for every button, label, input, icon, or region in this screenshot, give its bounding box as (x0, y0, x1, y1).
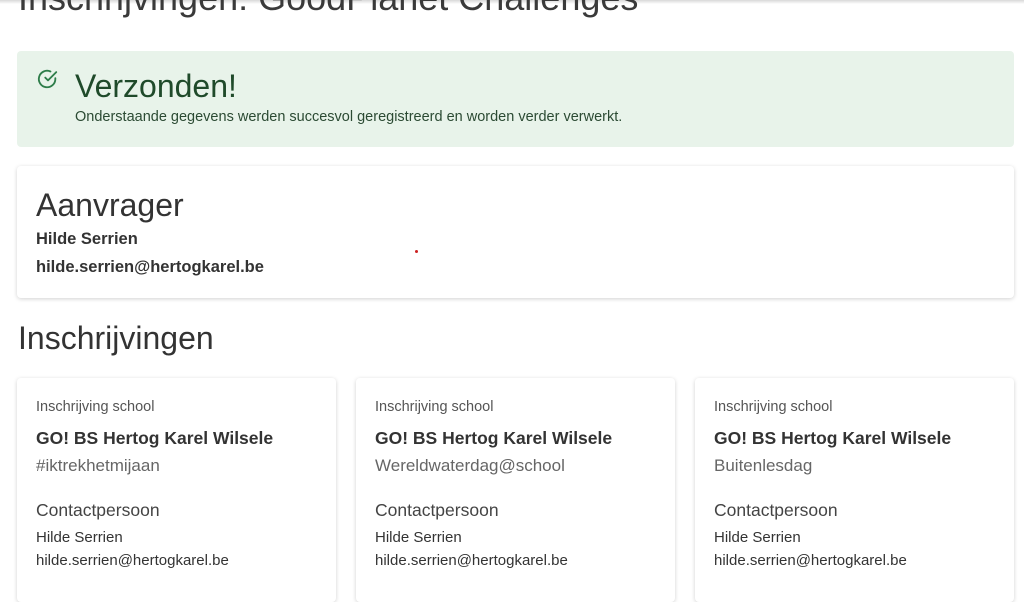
school-name: GO! BS Hertog Karel Wilsele (375, 428, 613, 448)
success-alert: Verzonden! Onderstaande gegevens werden … (17, 51, 1014, 147)
inschrijving-card: Inschrijving school GO! BS Hertog Karel … (695, 378, 1014, 602)
contact-email: hilde.serrien@hertogkarel.be (714, 552, 907, 569)
success-message: Onderstaande gegevens werden succesvol g… (75, 109, 623, 125)
school-name: GO! BS Hertog Karel Wilsele (36, 428, 274, 448)
success-title: Verzonden! (75, 68, 237, 104)
page-title: Inschrijvingen: GoodPlanet Challenges (18, 0, 638, 18)
aanvrager-email: hilde.serrien@hertogkarel.be (36, 258, 264, 276)
inschrijving-card: Inschrijving school GO! BS Hertog Karel … (17, 378, 336, 602)
aanvrager-name: Hilde Serrien (36, 230, 138, 248)
inschrijvingen-heading: Inschrijvingen (18, 320, 214, 356)
aanvrager-heading: Aanvrager (36, 187, 184, 223)
contact-name: Hilde Serrien (714, 529, 801, 546)
contact-heading: Contactpersoon (714, 500, 838, 520)
inschrijving-type: Inschrijving school (375, 399, 494, 415)
inschrijving-type: Inschrijving school (714, 399, 833, 415)
contact-email: hilde.serrien@hertogkarel.be (36, 552, 229, 569)
contact-name: Hilde Serrien (36, 529, 123, 546)
school-name: GO! BS Hertog Karel Wilsele (714, 428, 952, 448)
challenge-name: Buitenlesdag (714, 456, 813, 475)
contact-name: Hilde Serrien (375, 529, 462, 546)
aanvrager-card: Aanvrager Hilde Serrien hilde.serrien@he… (17, 166, 1014, 298)
contact-heading: Contactpersoon (375, 500, 499, 520)
inschrijving-type: Inschrijving school (36, 399, 155, 415)
contact-heading: Contactpersoon (36, 500, 160, 520)
contact-email: hilde.serrien@hertogkarel.be (375, 552, 568, 569)
check-circle-icon (37, 69, 58, 89)
challenge-name: #iktrekhetmijaan (36, 456, 160, 475)
inschrijving-card: Inschrijving school GO! BS Hertog Karel … (356, 378, 675, 602)
challenge-name: Wereldwaterdag@school (375, 456, 565, 475)
cursor-dot (415, 250, 418, 253)
